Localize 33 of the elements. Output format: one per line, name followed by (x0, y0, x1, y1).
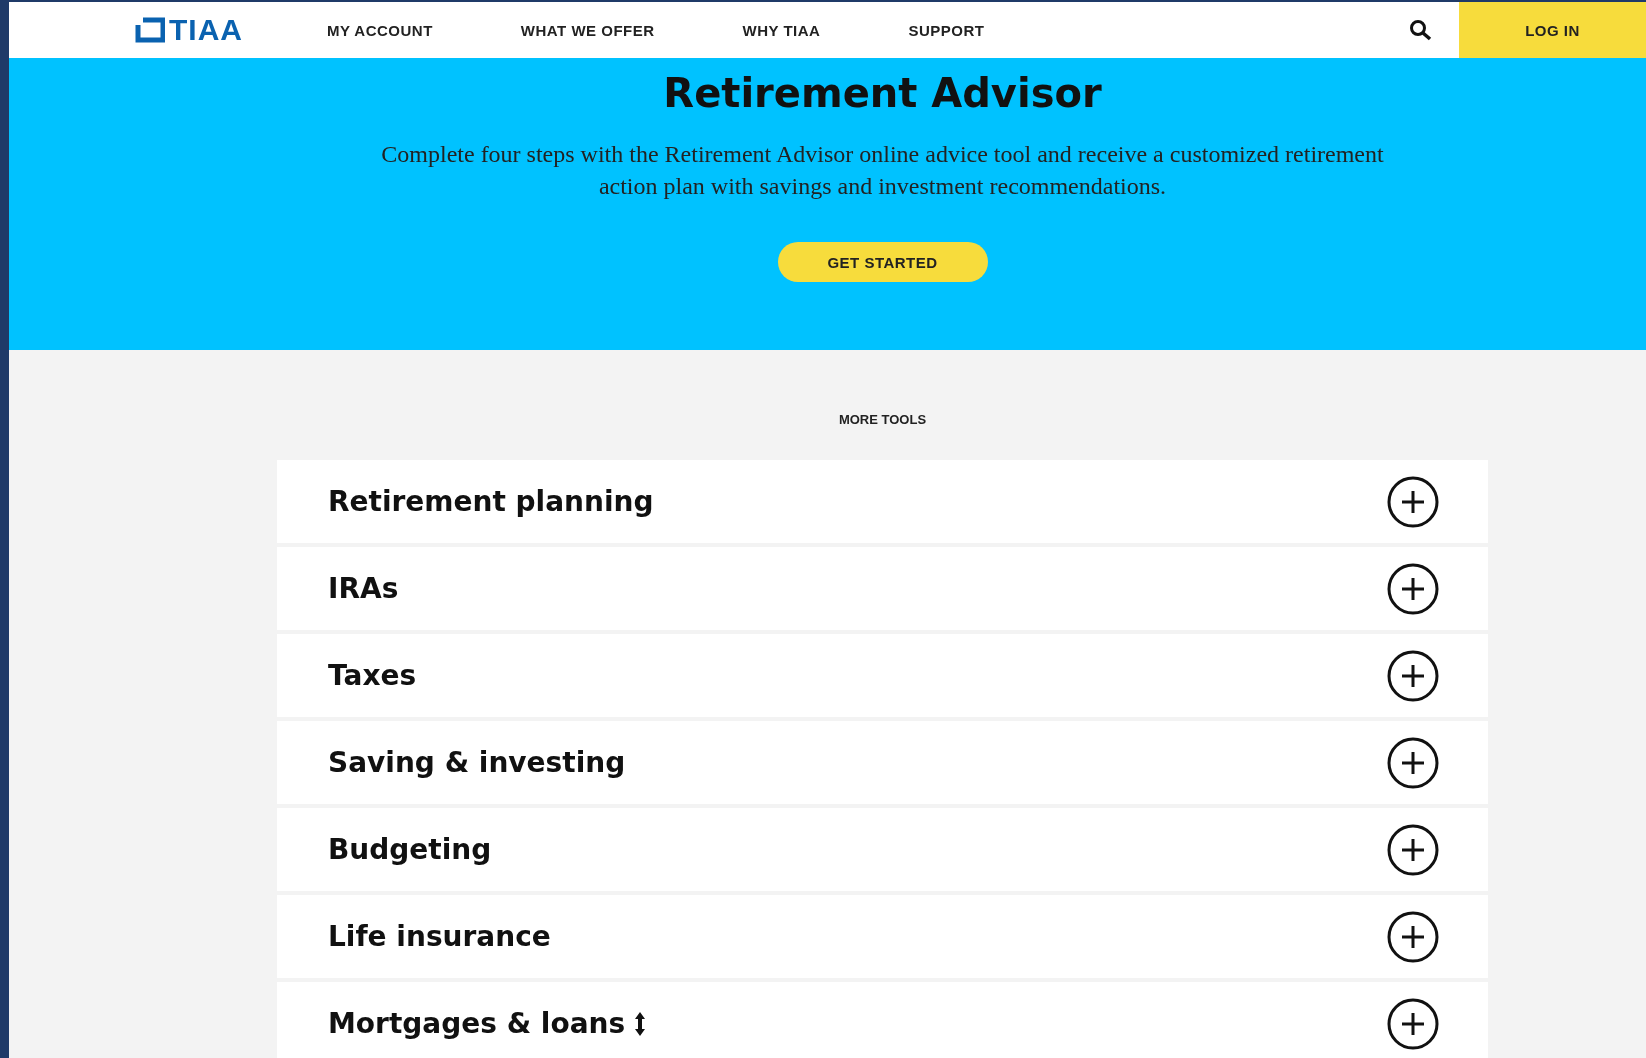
hero-title: Retirement Advisor (663, 70, 1102, 116)
plus-circle-icon[interactable] (1386, 822, 1440, 877)
plus-circle-icon[interactable] (1386, 474, 1440, 529)
accordion-item[interactable]: Taxes (277, 634, 1488, 717)
hero-description: Complete four steps with the Retirement Advisor online advice tool and receive a customized retirement action plan with savings and investment recommendations. (380, 140, 1385, 201)
nav-link[interactable]: SUPPORT (908, 21, 985, 39)
plus-circle-icon[interactable] (1386, 996, 1440, 1051)
accordion-label: Mortgages & loans (328, 1007, 626, 1040)
accordion-label: Retirement planning (328, 485, 654, 518)
plus-circle-icon[interactable] (1386, 561, 1440, 616)
logo-text[interactable]: TIAA (169, 13, 243, 47)
accordion-label: Taxes (328, 659, 417, 692)
logo-icon (135, 17, 165, 43)
login-button[interactable]: LOG IN (1459, 2, 1646, 58)
search-button[interactable] (1409, 19, 1433, 41)
accordion-label: Life insurance (328, 920, 551, 953)
nav-link[interactable]: MY ACCOUNT (327, 21, 433, 39)
accordion-item[interactable]: Budgeting (277, 808, 1488, 891)
accordion-item[interactable]: Saving & investing (277, 721, 1488, 804)
accordion-label: IRAs (328, 572, 399, 605)
nav-link[interactable]: WHY TIAA (742, 21, 821, 39)
accordion-item[interactable]: IRAs (277, 547, 1488, 630)
accordion-label: Budgeting (328, 833, 492, 866)
nav-link[interactable]: WHAT WE OFFER (520, 21, 655, 39)
plus-circle-icon[interactable] (1386, 648, 1440, 703)
accordion-item[interactable]: Mortgages & loans (277, 982, 1488, 1058)
accordion-label: Saving & investing (328, 746, 626, 779)
plus-circle-icon[interactable] (1386, 735, 1440, 790)
get-started-button[interactable]: GET STARTED (777, 242, 988, 282)
accordion-item[interactable]: Retirement planning (277, 460, 1488, 543)
plus-circle-icon[interactable] (1386, 909, 1440, 964)
section-heading: MORE TOOLS (838, 412, 927, 427)
accordion-item[interactable]: Life insurance (277, 895, 1488, 978)
